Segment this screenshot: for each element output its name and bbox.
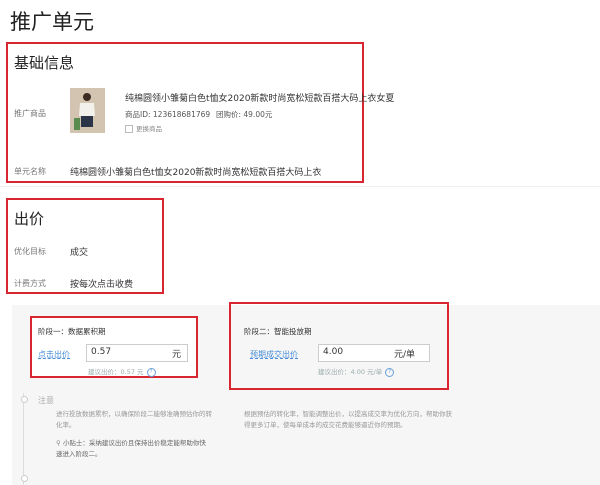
- billing-label: 计费方式: [14, 279, 46, 288]
- change-product-label: 更换商品: [136, 125, 162, 133]
- product-label: 推广商品: [14, 109, 46, 118]
- stage1-suggest-text: 建议出价：0.57 元: [88, 368, 144, 376]
- help-icon[interactable]: ?: [146, 367, 156, 377]
- unit-name-value[interactable]: 纯棉圆领小雏菊白色t恤女2020新款时尚宽松短款百搭大码上衣: [70, 165, 321, 178]
- tip-text: 小贴士：采纳建议出价且保持出价稳定能帮助你快速进入阶段二。: [56, 439, 206, 458]
- stage2-suggest-text: 建议出价：4.00 元/单: [318, 368, 383, 376]
- product-name[interactable]: 纯棉圆领小雏菊白色t恤女2020新款时尚宽松短款百搭大码上衣女夏: [125, 91, 394, 104]
- help-icon[interactable]: ?: [385, 367, 395, 377]
- stage2-description: 根据预估的转化率，智能调整出价，以提高成交率为优化方向，帮助你获得更多订单，使每…: [244, 410, 452, 429]
- timeline-dot: [21, 396, 28, 403]
- change-product-checkbox-icon: [125, 125, 133, 133]
- stage2-suggest: 建议出价：4.00 元/单?: [318, 366, 395, 377]
- unit-name-label: 单元名称: [14, 167, 46, 176]
- notes-heading: 注意: [38, 396, 54, 405]
- group-price: 团购价: 49.00元: [216, 110, 273, 119]
- location-pin-icon: ⚲: [56, 439, 61, 447]
- page-title: 推广单元: [10, 10, 94, 34]
- stage1-unit: 元: [172, 350, 182, 360]
- change-product-link[interactable]: 更换商品: [125, 123, 162, 133]
- basic-info-title: 基础信息: [14, 54, 75, 72]
- stage2-title: 阶段二：智能投放期: [244, 327, 312, 336]
- timeline-dot: [21, 475, 28, 482]
- section-divider: [0, 186, 600, 187]
- product-thumbnail: [70, 88, 105, 133]
- product-image-icon: [70, 88, 105, 133]
- stage2-field-label: 预期成交出价: [250, 350, 298, 359]
- stage1-title: 阶段一：数据累积期: [38, 327, 106, 336]
- stage1-description: 进行投放数据累积，以确保阶段二能够准确预估你的转化率。: [56, 410, 212, 429]
- goal-label: 优化目标: [14, 247, 46, 256]
- billing-value: 按每次点击收费: [70, 280, 134, 290]
- goal-value: 成交: [70, 248, 89, 258]
- stage1-suggest: 建议出价：0.57 元?: [88, 366, 156, 377]
- stage1-field-label: 点击出价: [38, 350, 70, 359]
- stage2-unit: 元/单: [394, 350, 416, 360]
- tip: ⚲ 小贴士：采纳建议出价且保持出价稳定能帮助你快速进入阶段二。: [56, 438, 206, 460]
- product-id: 商品ID: 123618681769: [125, 110, 211, 119]
- bid-title: 出价: [14, 210, 45, 228]
- timeline-line: [23, 393, 24, 485]
